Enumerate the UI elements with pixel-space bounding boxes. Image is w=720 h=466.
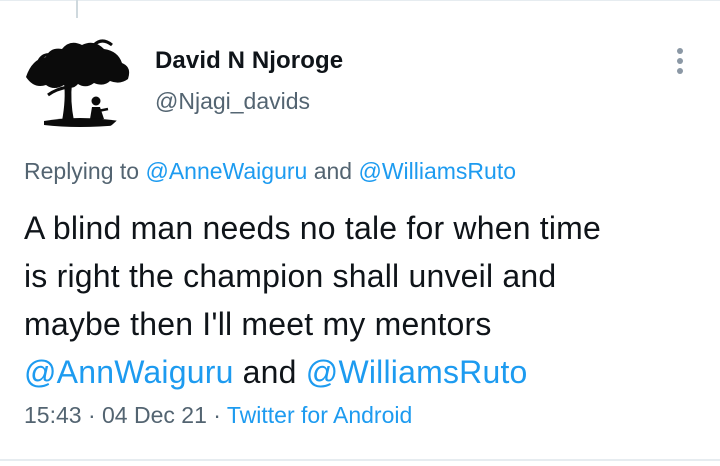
thread-connector-line [76, 0, 78, 18]
author-handle[interactable]: @Njagi_davids [155, 88, 310, 115]
meta-separator: · [206, 402, 227, 428]
top-divider [0, 0, 720, 1]
replying-prefix: Replying to [24, 158, 146, 184]
replying-to: Replying to @AnneWaiguru and @WilliamsRu… [24, 158, 516, 185]
author-name[interactable]: David N Njoroge [155, 47, 343, 75]
tweet-text-line: @AnnWaiguru and @WilliamsRuto [24, 348, 704, 396]
tweet-meta: 15:43 · 04 Dec 21 · Twitter for Android [24, 402, 412, 429]
tweet-text-line: maybe then I'll meet my mentors [24, 306, 492, 342]
tweet-text-line: is right the champion shall unveil and [24, 258, 557, 294]
reply-mention-williamsruto[interactable]: @WilliamsRuto [358, 158, 516, 184]
bottom-divider [0, 459, 720, 461]
text-joiner: and [233, 354, 306, 390]
avatar[interactable] [24, 29, 132, 137]
more-vertical-icon[interactable] [668, 46, 692, 76]
text-mention-annwaiguru[interactable]: @AnnWaiguru [24, 354, 234, 390]
tweet-date[interactable]: 04 Dec 21 [102, 402, 207, 428]
reply-mention-annewaiguru[interactable]: @AnneWaiguru [145, 158, 307, 184]
text-mention-williamsruto[interactable]: @WilliamsRuto [306, 354, 528, 390]
tweet-text-line: A blind man needs no tale for when time [24, 210, 602, 246]
meta-separator: · [81, 402, 103, 428]
tweet-source-link[interactable]: Twitter for Android [227, 402, 412, 428]
tweet-time[interactable]: 15:43 [24, 402, 82, 428]
replying-joiner: and [307, 158, 359, 184]
tweet-text: A blind man needs no tale for when time … [24, 204, 704, 396]
